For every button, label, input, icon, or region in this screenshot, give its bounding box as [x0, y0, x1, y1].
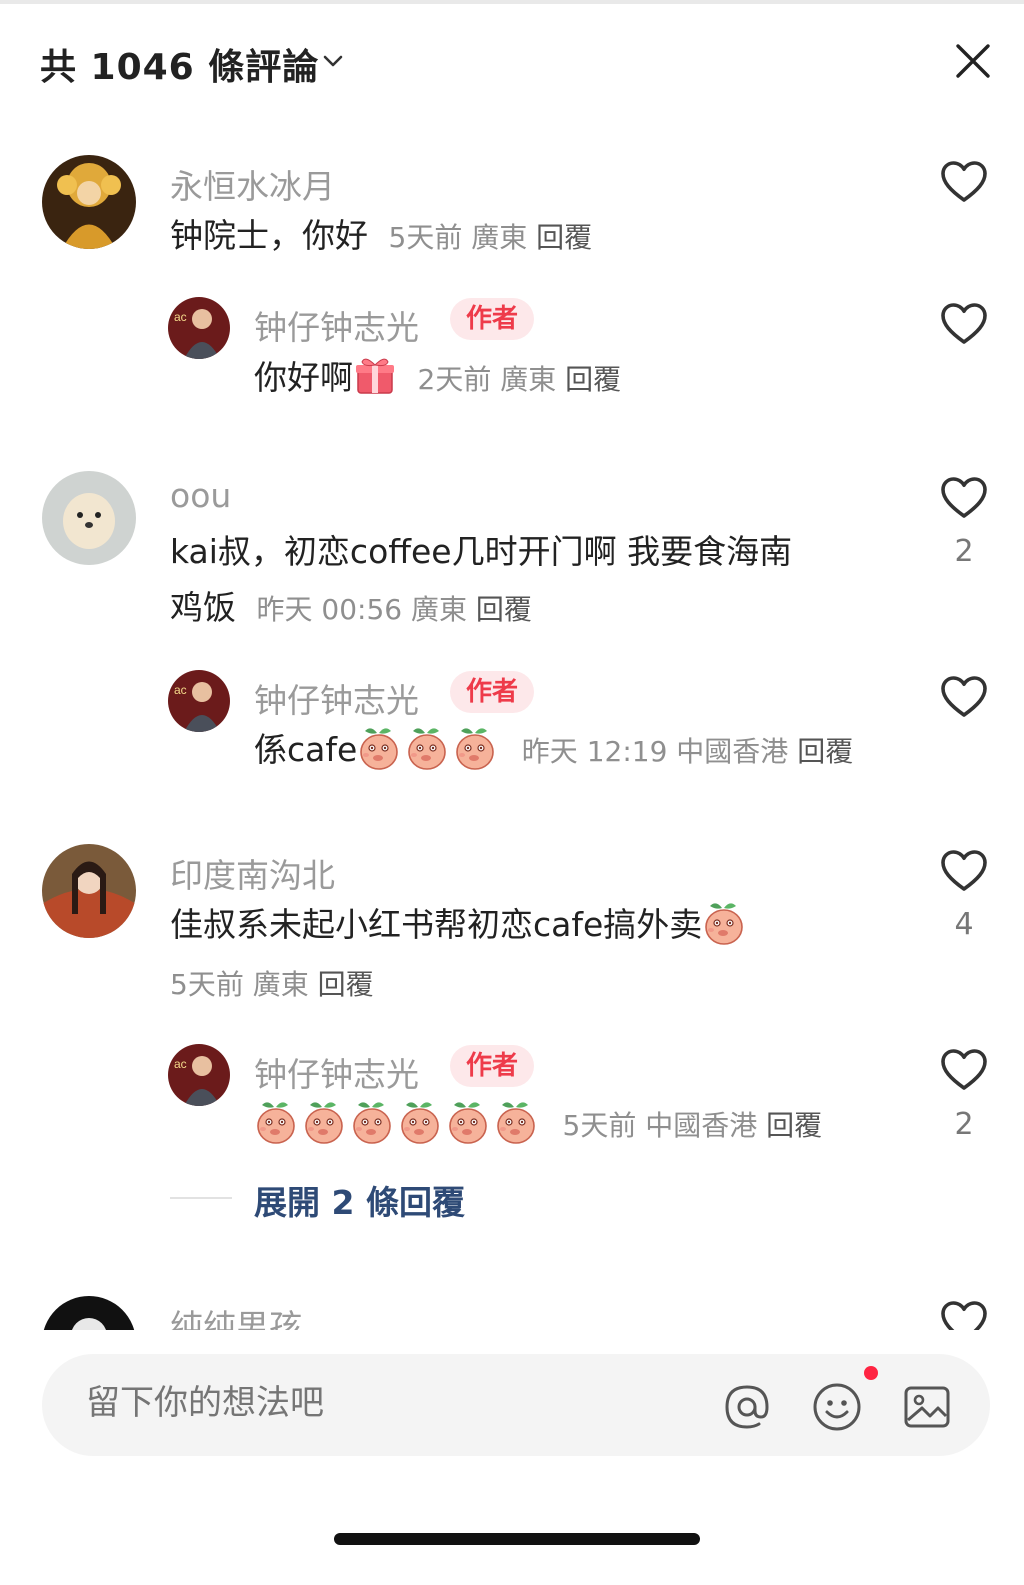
comment-time: 昨天 00:56 — [256, 593, 403, 626]
reply-location: 中國香港 — [676, 735, 789, 768]
avatar-image: ac — [168, 297, 230, 359]
avatar-image — [42, 155, 136, 249]
comment-username[interactable]: 印度南沟北 — [170, 849, 335, 897]
like-heart-icon[interactable] — [940, 675, 988, 719]
avatar[interactable]: ac — [168, 1044, 230, 1106]
like-heart-icon[interactable] — [940, 476, 988, 520]
peach-emoji-icon — [494, 1097, 538, 1145]
partial-comment: 纯纯男孩 — [0, 1280, 1024, 1330]
reply-username[interactable]: 钟仔钟志光 — [254, 1048, 419, 1096]
comment-username[interactable]: oou — [170, 476, 231, 515]
reply-location: 廣東 — [500, 363, 557, 396]
peach-emoji-icon — [398, 1097, 442, 1145]
like-heart-icon[interactable] — [940, 302, 988, 346]
comment-meta: 5天前 廣東 回覆 — [389, 221, 593, 254]
avatar[interactable]: ac — [168, 670, 230, 732]
author-badge: 作者 — [450, 671, 535, 713]
reply-meta: 5天前 中國香港 回覆 — [563, 1109, 823, 1142]
comment-meta-line: 5天前 廣東 回覆 — [170, 955, 374, 1013]
peach-emoji-icon — [702, 898, 746, 946]
comment-input[interactable] — [84, 1382, 608, 1424]
reply-username[interactable]: 钟仔钟志光 — [254, 301, 419, 349]
author-badge: 作者 — [450, 1045, 535, 1087]
comment-meta: 5天前 廣東 回覆 — [170, 968, 374, 1001]
avatar-image — [42, 471, 136, 565]
avatar-image — [42, 1296, 136, 1330]
like-heart-icon[interactable] — [940, 1300, 988, 1330]
reply-button[interactable]: 回覆 — [565, 363, 621, 396]
peach-emoji-icon — [350, 1097, 394, 1145]
like-heart-icon[interactable] — [940, 160, 988, 204]
reply-text: 你好啊 2天前 廣東 回覆 — [254, 350, 621, 408]
avatar[interactable] — [42, 471, 136, 565]
chevron-down-icon[interactable] — [322, 50, 344, 72]
divider — [170, 1197, 232, 1199]
reply-body: 你好啊 — [254, 358, 353, 397]
avatar-image: ac — [168, 1044, 230, 1106]
reply-username[interactable]: 钟仔钟志光 — [254, 674, 419, 722]
comment-text: 佳叔系未起小红书帮初恋cafe搞外卖 — [170, 897, 750, 953]
comment-body-line2: 鸡饭 — [170, 588, 236, 627]
reply-text: 係cafe 昨天 12:19 中國香港 回覆 — [254, 722, 853, 780]
avatar-image: ac — [168, 670, 230, 732]
reply-button[interactable]: 回覆 — [476, 593, 532, 626]
home-indicator — [334, 1533, 700, 1545]
close-icon[interactable] — [952, 40, 994, 82]
like-heart-icon[interactable] — [940, 849, 988, 893]
reply-meta: 昨天 12:19 中國香港 回覆 — [522, 735, 853, 768]
comment-composer — [42, 1354, 990, 1456]
comment-location: 廣東 — [471, 221, 528, 254]
at-icon[interactable] — [720, 1380, 774, 1434]
image-icon[interactable] — [900, 1380, 954, 1434]
comment-text: 鸡饭 昨天 00:56 廣東 回覆 — [170, 580, 532, 638]
like-count: 2 — [954, 1107, 974, 1142]
comment-body: 钟院士，你好 — [170, 216, 368, 255]
emoji-icon[interactable] — [810, 1380, 864, 1434]
peach-emoji-icon — [446, 1097, 490, 1145]
comment-text-line1: kai叔，初恋coffee几时开门啊 我要食海南 — [170, 532, 793, 571]
comment-time: 5天前 — [170, 968, 244, 1001]
reply-text: 5天前 中國香港 回覆 — [254, 1096, 822, 1154]
gift-emoji-icon — [353, 353, 397, 397]
reply-button[interactable]: 回覆 — [536, 221, 592, 254]
reply-body: 係cafe — [254, 730, 358, 769]
reply-time: 昨天 12:19 — [521, 735, 668, 768]
avatar[interactable] — [42, 155, 136, 249]
notification-dot — [864, 1366, 878, 1380]
reply-time: 2天前 — [417, 363, 492, 396]
avatar[interactable] — [42, 1296, 136, 1330]
like-heart-icon[interactable] — [940, 1048, 988, 1092]
comment-username[interactable]: 永恒水冰月 — [170, 160, 335, 208]
avatar[interactable] — [42, 844, 136, 938]
peach-emoji-icon — [405, 723, 449, 771]
peach-emoji-icon — [302, 1097, 346, 1145]
reply-button[interactable]: 回覆 — [318, 968, 374, 1001]
peach-emoji-icon — [453, 723, 497, 771]
reply-button[interactable]: 回覆 — [797, 735, 853, 768]
comment-time: 5天前 — [388, 221, 463, 254]
reply-time: 5天前 — [562, 1109, 637, 1142]
peach-emoji-icon — [254, 1097, 298, 1145]
reply-location: 中國香港 — [645, 1109, 758, 1142]
reply-meta: 2天前 廣東 回覆 — [418, 363, 622, 396]
like-count: 4 — [954, 907, 974, 942]
comment-count-title[interactable]: 共 1046 條評論 — [40, 38, 319, 90]
like-count: 2 — [954, 534, 974, 569]
comment-text: 钟院士，你好 5天前 廣東 回覆 — [170, 208, 592, 266]
reply-button[interactable]: 回覆 — [766, 1109, 822, 1142]
peach-emoji-icon — [357, 723, 401, 771]
expand-replies-button[interactable]: 展開 2 條回覆 — [254, 1176, 465, 1224]
avatar-image — [42, 844, 136, 938]
avatar[interactable]: ac — [168, 297, 230, 359]
svg-text:ac: ac — [174, 310, 187, 324]
comment-username[interactable]: 纯纯男孩 — [170, 1300, 302, 1330]
comment-meta: 昨天 00:56 廣東 回覆 — [257, 593, 532, 626]
comments-header: 共 1046 條評論 — [0, 0, 1024, 120]
author-badge: 作者 — [450, 298, 535, 340]
svg-text:ac: ac — [174, 1057, 187, 1071]
comment-body: 佳叔系未起小红书帮初恋cafe搞外卖 — [170, 905, 703, 944]
comment-location: 廣東 — [411, 593, 468, 626]
comment-location: 廣東 — [252, 968, 309, 1001]
svg-text:ac: ac — [174, 683, 187, 697]
